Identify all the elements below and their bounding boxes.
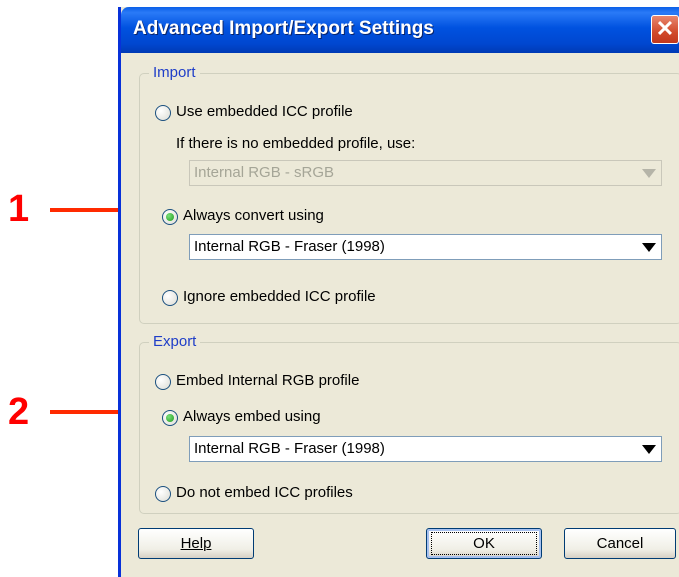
- ignore-embedded-radio[interactable]: [162, 290, 178, 306]
- dropdown-arrow-icon: [642, 445, 656, 454]
- cancel-button-label: Cancel: [596, 535, 644, 552]
- export-legend: Export: [149, 332, 201, 352]
- import-legend: Import: [149, 63, 200, 83]
- title-bar[interactable]: Advanced Import/Export Settings ✕: [121, 7, 679, 53]
- dropdown-arrow-icon: [642, 243, 656, 252]
- embed-profile-select[interactable]: Internal RGB - Fraser (1998): [189, 436, 662, 462]
- always-embed-radio[interactable]: [162, 410, 178, 426]
- import-group: Import Use embedded ICC profile If there…: [139, 63, 679, 324]
- annotation-marker-1: 1: [8, 188, 30, 230]
- use-embedded-radio[interactable]: [155, 105, 171, 121]
- help-button[interactable]: Help: [138, 528, 254, 559]
- embed-internal-label[interactable]: Embed Internal RGB profile: [176, 371, 359, 391]
- dialog-title: Advanced Import/Export Settings: [133, 18, 434, 39]
- convert-profile-value: Internal RGB - Fraser (1998): [194, 238, 385, 255]
- embed-internal-radio[interactable]: [155, 374, 171, 390]
- do-not-embed-label[interactable]: Do not embed ICC profiles: [176, 483, 353, 503]
- embed-profile-value: Internal RGB - Fraser (1998): [194, 440, 385, 457]
- close-icon[interactable]: ✕: [651, 15, 679, 44]
- always-convert-radio[interactable]: [162, 209, 178, 225]
- help-button-label: Help: [180, 535, 212, 552]
- convert-profile-select[interactable]: Internal RGB - Fraser (1998): [189, 234, 662, 260]
- use-embedded-label[interactable]: Use embedded ICC profile: [176, 102, 353, 122]
- ok-focus-ring: [431, 532, 537, 555]
- ok-button[interactable]: OK: [426, 528, 542, 559]
- annotation-marker-2: 2: [8, 391, 30, 433]
- fallback-profile-value: Internal RGB - sRGB: [194, 164, 335, 181]
- ignore-embedded-label[interactable]: Ignore embedded ICC profile: [183, 287, 376, 307]
- no-embedded-hint: If there is no embedded profile, use:: [176, 135, 416, 152]
- cancel-button[interactable]: Cancel: [564, 528, 676, 559]
- advanced-import-export-dialog: Advanced Import/Export Settings ✕ Import…: [118, 7, 679, 577]
- dropdown-arrow-icon: [642, 169, 656, 178]
- always-embed-label[interactable]: Always embed using: [183, 407, 321, 427]
- export-group: Export Embed Internal RGB profile Always…: [139, 332, 679, 514]
- do-not-embed-radio[interactable]: [155, 486, 171, 502]
- always-convert-label[interactable]: Always convert using: [183, 206, 324, 226]
- fallback-profile-select: Internal RGB - sRGB: [189, 160, 662, 186]
